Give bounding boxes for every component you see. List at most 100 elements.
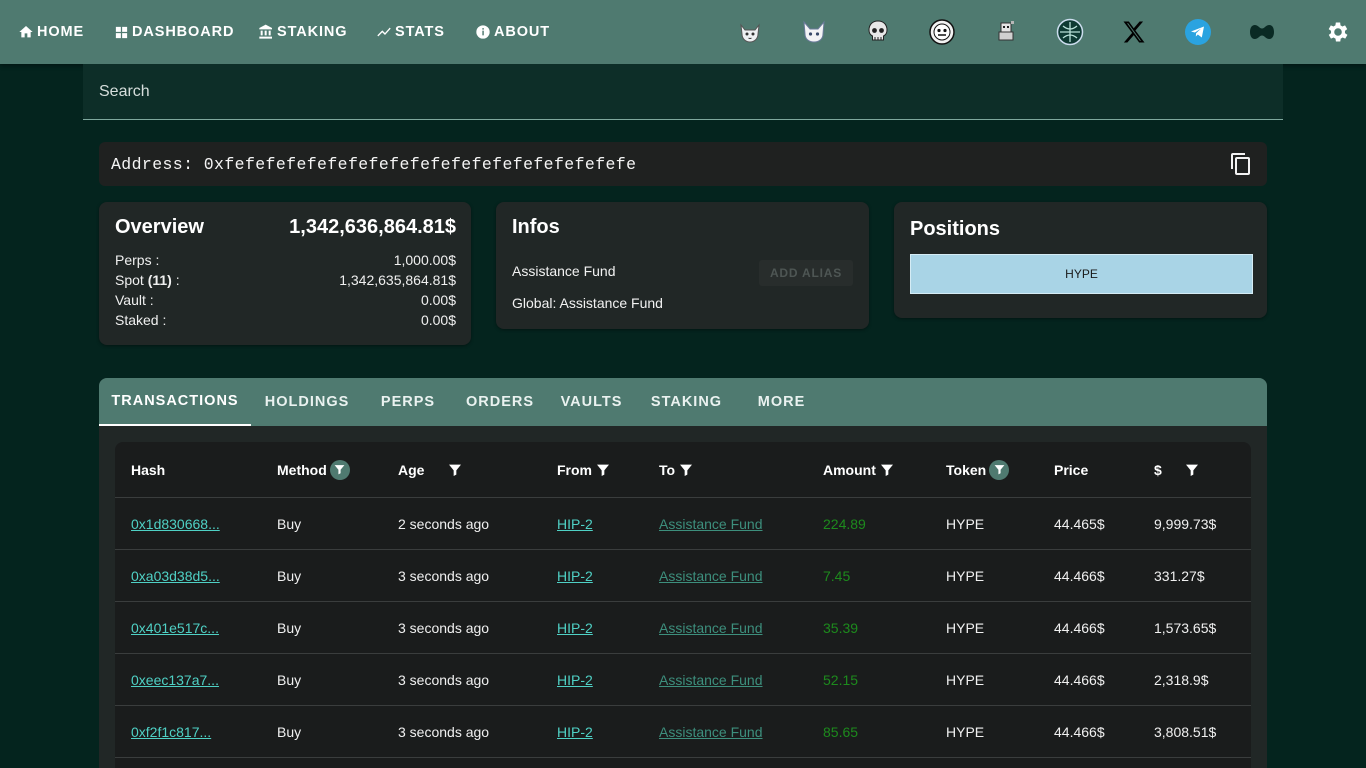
tab-bar: TRANSACTIONS HOLDINGS PERPS ORDERS VAULT… bbox=[99, 378, 1267, 426]
nav-about[interactable]: ABOUT bbox=[475, 0, 550, 64]
positions-card: Positions HYPE bbox=[894, 202, 1267, 318]
overview-vault-row: Vault : 0.00$ bbox=[115, 290, 456, 310]
tab-holdings[interactable]: HOLDINGS bbox=[251, 378, 363, 426]
col-price: Price bbox=[1054, 461, 1089, 478]
overview-staked-value: 0.00$ bbox=[420, 312, 456, 328]
row-hash-link[interactable]: 0x1d830668... bbox=[131, 498, 220, 550]
col-usd: $ bbox=[1154, 442, 1200, 497]
row-token: HYPE bbox=[946, 516, 985, 532]
row-from-link[interactable]: HIP-2 bbox=[557, 654, 593, 706]
token-filter-icon[interactable] bbox=[989, 459, 1010, 480]
table-row: 0xeec137a7... Buy 3 seconds ago HIP-2 As… bbox=[115, 654, 1251, 706]
overview-spot-suffix: : bbox=[171, 272, 180, 288]
to-filter-icon[interactable] bbox=[678, 462, 694, 478]
table-row: 0x1d830668... Buy 2 seconds ago HIP-2 As… bbox=[115, 498, 1251, 550]
row-age: 3 seconds ago bbox=[398, 672, 490, 688]
address-bar: Address: 0xfefefefefefefefefefefefefefef… bbox=[99, 142, 1267, 186]
masked-face-icon[interactable] bbox=[926, 16, 958, 48]
overview-vault-label: Vault : bbox=[115, 292, 154, 308]
row-method: Buy bbox=[277, 516, 302, 532]
infos-title: Infos bbox=[512, 216, 560, 238]
row-age: 3 seconds ago bbox=[398, 724, 490, 740]
row-from-link[interactable]: HIP-2 bbox=[557, 498, 593, 550]
row-hash-link[interactable]: 0xf2f1c817... bbox=[131, 706, 211, 758]
overview-title: Overview bbox=[115, 216, 204, 238]
infos-card: Infos Assistance Fund ADD ALIAS Global: … bbox=[496, 202, 869, 329]
overview-perps-label: Perps : bbox=[115, 252, 160, 268]
gear-icon[interactable] bbox=[1325, 19, 1351, 45]
trending-icon bbox=[377, 27, 391, 37]
row-age: 3 seconds ago bbox=[398, 568, 490, 584]
transactions-panel: TRANSACTIONS HOLDINGS PERPS ORDERS VAULT… bbox=[99, 378, 1267, 768]
tab-more[interactable]: MORE bbox=[737, 378, 826, 426]
hyperliquid-logo-icon[interactable] bbox=[1054, 16, 1086, 48]
table-row: 0x401e517c... Buy 3 seconds ago HIP-2 As… bbox=[115, 602, 1251, 654]
col-hash: Hash bbox=[131, 461, 166, 478]
dashboard-icon bbox=[115, 26, 128, 38]
row-to-link[interactable]: Assistance Fund bbox=[659, 654, 763, 706]
hyperliquid-wave-icon[interactable] bbox=[1246, 16, 1278, 48]
row-from-link[interactable]: HIP-2 bbox=[557, 550, 593, 602]
tab-perps[interactable]: PERPS bbox=[363, 378, 453, 426]
add-alias-button[interactable]: ADD ALIAS bbox=[759, 260, 853, 286]
row-to-link[interactable]: Assistance Fund bbox=[659, 550, 763, 602]
infos-name: Assistance Fund bbox=[512, 263, 616, 279]
bank-icon bbox=[259, 24, 272, 39]
col-from: From bbox=[557, 442, 611, 497]
row-usd: 1,573.65$ bbox=[1154, 620, 1217, 636]
row-token: HYPE bbox=[946, 568, 985, 584]
from-filter-icon[interactable] bbox=[595, 462, 611, 478]
overview-staked-label: Staked : bbox=[115, 312, 167, 328]
tab-orders[interactable]: ORDERS bbox=[453, 378, 547, 426]
row-token: HYPE bbox=[946, 724, 985, 740]
nav-stats-label: STATS bbox=[395, 24, 445, 40]
row-usd: 3,808.51$ bbox=[1154, 724, 1217, 740]
telegram-icon[interactable] bbox=[1182, 16, 1214, 48]
row-hash-link[interactable]: 0x401e517c... bbox=[131, 602, 219, 654]
age-filter-icon[interactable] bbox=[447, 462, 463, 478]
copy-icon[interactable] bbox=[1229, 152, 1253, 176]
pixel-creature-icon[interactable] bbox=[990, 16, 1022, 48]
row-to-link[interactable]: Assistance Fund bbox=[659, 602, 763, 654]
x-logo-icon[interactable] bbox=[1118, 16, 1150, 48]
overview-spot-value: 1,342,635,864.81$ bbox=[339, 272, 456, 288]
tab-transactions[interactable]: TRANSACTIONS bbox=[99, 378, 251, 426]
row-amount: 224.89 bbox=[823, 516, 866, 532]
tab-staking[interactable]: STAKING bbox=[636, 378, 737, 426]
row-amount: 35.39 bbox=[823, 620, 859, 636]
row-price: 44.465$ bbox=[1054, 516, 1105, 532]
overview-card: Overview 1,342,636,864.81$ Perps : 1,000… bbox=[99, 202, 471, 345]
row-to-link[interactable]: Assistance Fund bbox=[659, 498, 763, 550]
cat-mascot-icon[interactable] bbox=[734, 16, 766, 48]
row-usd: 331.27$ bbox=[1154, 568, 1205, 584]
row-price: 44.466$ bbox=[1054, 672, 1105, 688]
row-amount: 85.65 bbox=[823, 724, 859, 740]
row-token: HYPE bbox=[946, 672, 985, 688]
row-hash-link[interactable]: 0xeec137a7... bbox=[131, 654, 219, 706]
position-hype[interactable]: HYPE bbox=[910, 254, 1253, 294]
nav-home[interactable]: HOME bbox=[18, 0, 84, 64]
skull-icon[interactable] bbox=[862, 16, 894, 48]
nav-home-label: HOME bbox=[37, 24, 85, 40]
nav-dashboard[interactable]: DASHBOARD bbox=[114, 0, 234, 64]
row-from-link[interactable]: HIP-2 bbox=[557, 706, 593, 758]
nav-stats[interactable]: STATS bbox=[376, 0, 445, 64]
fox-mascot-icon[interactable] bbox=[798, 16, 830, 48]
row-method: Buy bbox=[277, 568, 302, 584]
usd-filter-icon[interactable] bbox=[1184, 462, 1200, 478]
nav-staking[interactable]: STAKING bbox=[258, 0, 347, 64]
row-to-link[interactable]: Assistance Fund bbox=[659, 706, 763, 758]
amount-filter-icon[interactable] bbox=[879, 462, 895, 478]
search-input[interactable] bbox=[99, 82, 1283, 101]
overview-vault-value: 0.00$ bbox=[420, 292, 456, 308]
row-amount: 52.15 bbox=[823, 672, 859, 688]
row-from-link[interactable]: HIP-2 bbox=[557, 602, 593, 654]
row-hash-link[interactable]: 0xa03d38d5... bbox=[131, 550, 220, 602]
col-amount: Amount bbox=[823, 442, 895, 497]
nav-about-label: ABOUT bbox=[494, 24, 551, 40]
address-label: Address: bbox=[111, 154, 194, 174]
method-filter-icon[interactable] bbox=[329, 459, 350, 480]
tab-vaults[interactable]: VAULTS bbox=[547, 378, 636, 426]
col-method: Method bbox=[277, 442, 350, 497]
col-age: Age bbox=[398, 442, 463, 497]
